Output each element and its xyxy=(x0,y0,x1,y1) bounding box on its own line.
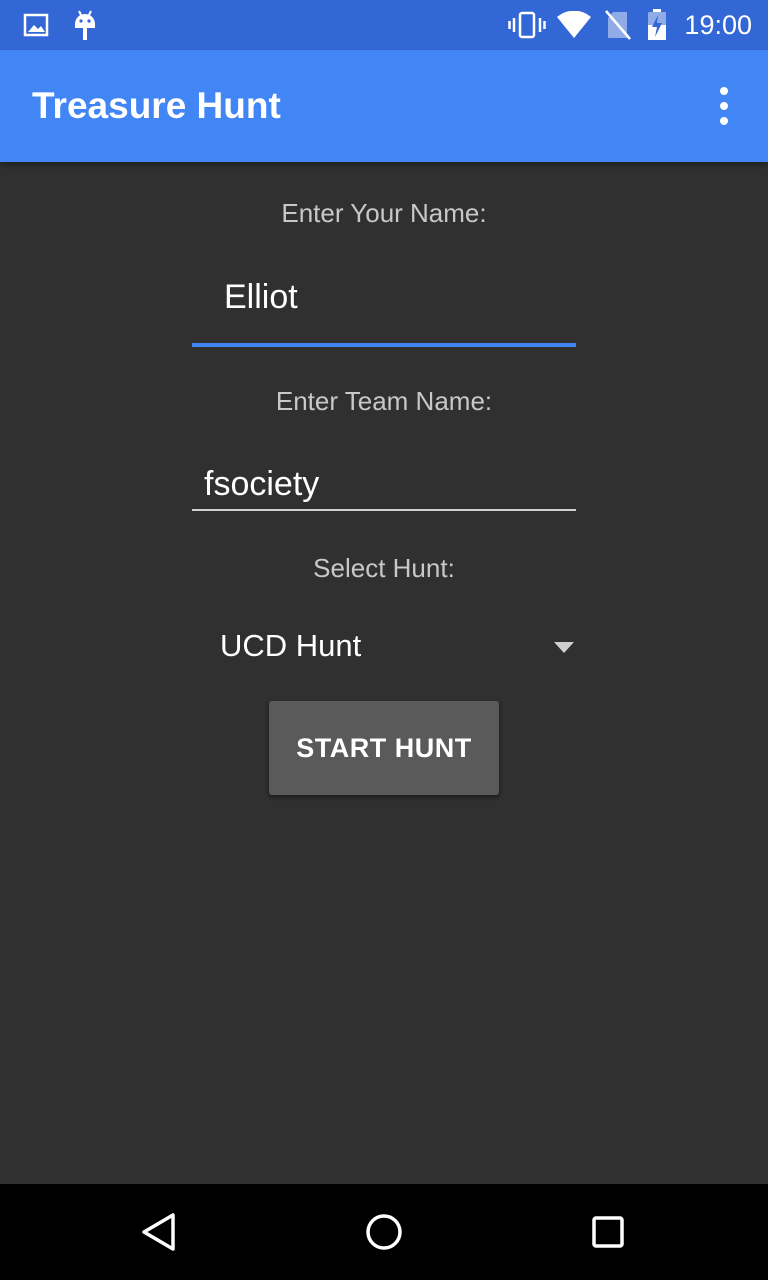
navigation-bar xyxy=(0,1184,768,1280)
menu-dot xyxy=(720,102,728,110)
screen: 19:00 Treasure Hunt Enter Your Name: Ell… xyxy=(0,0,768,1280)
team-field[interactable]: fsociety xyxy=(192,460,576,516)
menu-dot xyxy=(720,117,728,125)
app-title: Treasure Hunt xyxy=(32,85,281,126)
app-bar: Treasure Hunt xyxy=(0,50,768,162)
team-value: fsociety xyxy=(204,465,320,503)
name-field-underline xyxy=(192,343,576,347)
hunt-selected-value: UCD Hunt xyxy=(220,628,362,663)
overflow-menu-icon[interactable] xyxy=(700,80,748,132)
wifi-icon xyxy=(556,0,592,50)
dropdown-arrow-icon xyxy=(554,642,574,653)
status-bar: 19:00 xyxy=(0,0,768,50)
vibrate-icon xyxy=(508,0,546,50)
battery-charging-icon xyxy=(644,0,670,50)
team-field-underline xyxy=(192,509,576,511)
hunt-label: Select Hunt: xyxy=(313,553,455,583)
status-time: 19:00 xyxy=(684,10,752,40)
name-value: Elliot xyxy=(224,278,298,316)
name-label: Enter Your Name: xyxy=(281,198,487,228)
image-icon xyxy=(22,0,50,50)
menu-dot xyxy=(720,87,728,95)
recents-icon[interactable] xyxy=(560,1184,656,1280)
hunt-select[interactable]: UCD Hunt xyxy=(192,610,576,690)
team-label: Enter Team Name: xyxy=(275,386,493,416)
no-sim-icon xyxy=(604,0,632,50)
name-field[interactable]: Elliot xyxy=(192,270,576,350)
home-icon[interactable] xyxy=(336,1184,432,1280)
android-icon xyxy=(70,0,100,50)
start-hunt-button[interactable]: START HUNT xyxy=(269,701,499,795)
back-icon[interactable] xyxy=(112,1184,208,1280)
